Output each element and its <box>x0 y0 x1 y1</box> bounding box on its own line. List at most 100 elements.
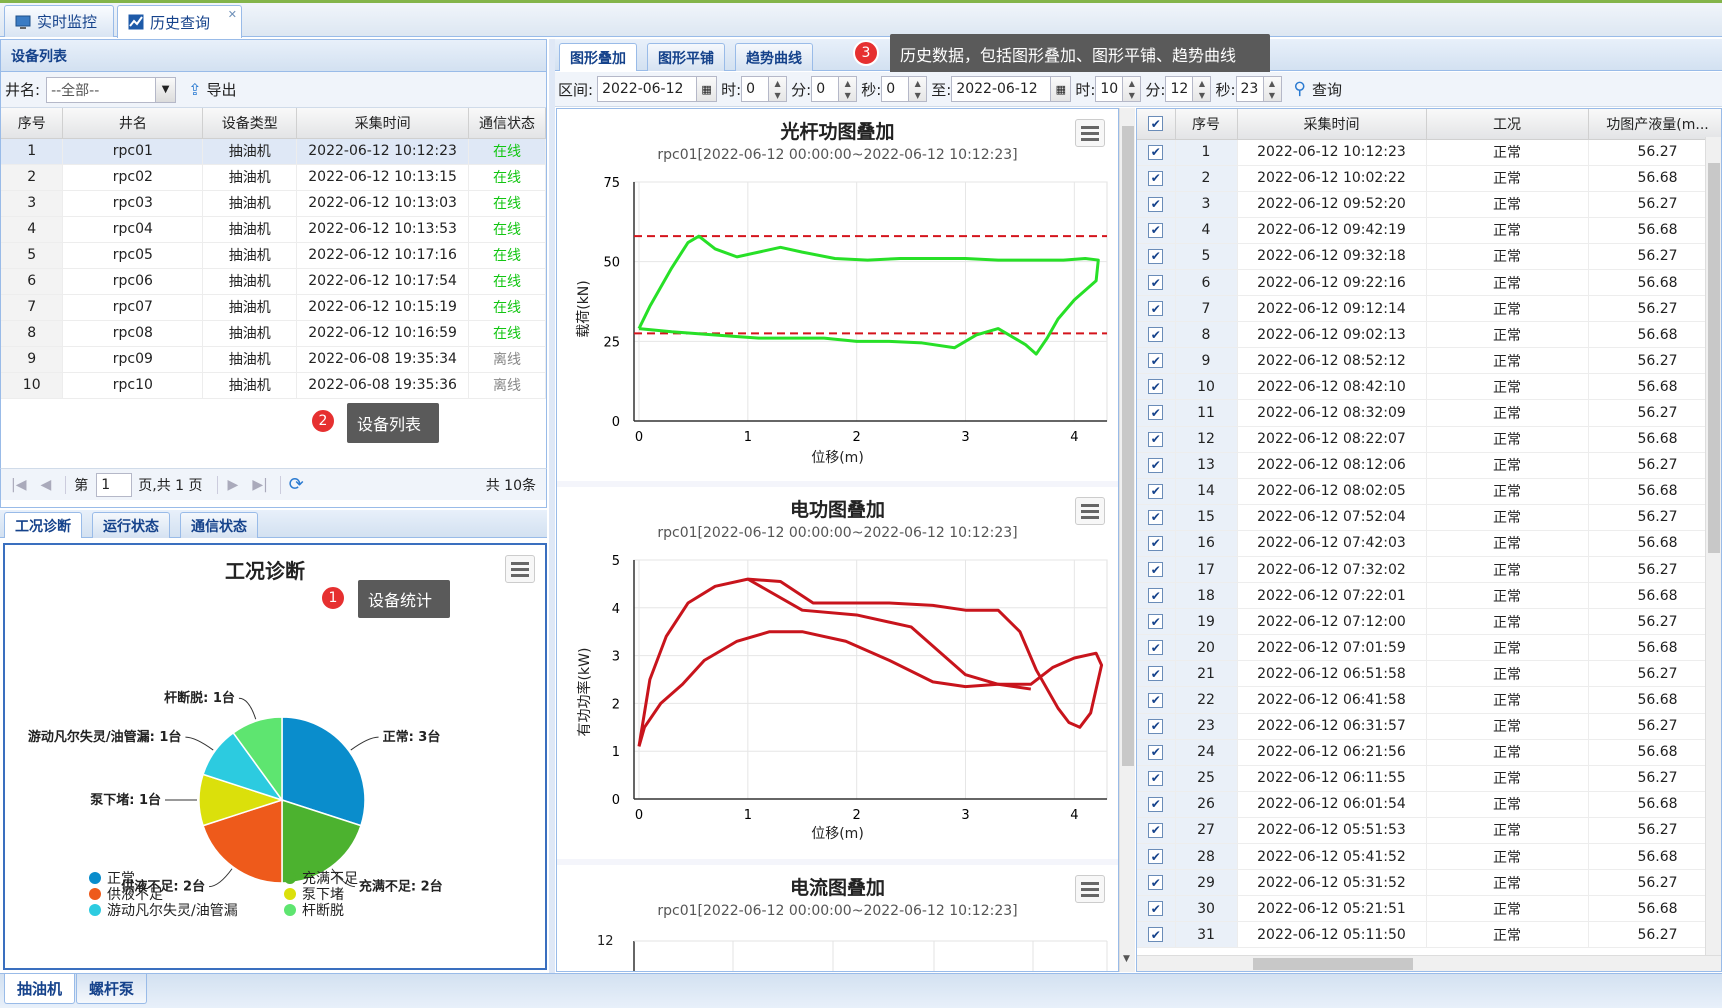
end-min-input[interactable]: 12 <box>1165 76 1194 102</box>
history-row[interactable]: ✔ 30 2022-06-12 05:21:51 正常 56.68 <box>1137 895 1721 923</box>
calendar-icon[interactable]: ▦ <box>1051 76 1072 102</box>
history-row[interactable]: ✔ 11 2022-06-12 08:32:09 正常 56.27 <box>1137 399 1721 427</box>
row-checkbox[interactable]: ✔ <box>1137 765 1176 792</box>
tab-history-query[interactable]: 历史查询 ✕ <box>117 5 242 38</box>
charts-scrollbar[interactable]: ▼ <box>1119 108 1135 972</box>
history-vscrollbar[interactable] <box>1705 137 1721 955</box>
table-row[interactable]: 10 rpc10 抽油机 2022-06-08 19:35:36 离线 <box>1 372 546 399</box>
start-hour-input[interactable]: 0 <box>741 76 770 102</box>
history-hscroll-thumb[interactable] <box>1253 958 1413 970</box>
start-min-input[interactable]: 0 <box>811 76 840 102</box>
history-row[interactable]: ✔ 8 2022-06-12 09:02:13 正常 56.68 <box>1137 321 1721 349</box>
row-checkbox[interactable]: ✔ <box>1137 582 1176 610</box>
refresh-icon[interactable]: ⟳ <box>289 474 304 495</box>
history-row[interactable]: ✔ 27 2022-06-12 05:51:53 正常 56.27 <box>1137 817 1721 845</box>
pie-menu-button[interactable] <box>505 555 535 583</box>
row-checkbox[interactable]: ✔ <box>1137 373 1176 401</box>
history-row[interactable]: ✔ 18 2022-06-12 07:22:01 正常 56.68 <box>1137 582 1721 610</box>
table-row[interactable]: 6 rpc06 抽油机 2022-06-12 10:17:54 在线 <box>1 268 546 295</box>
hist-col-liquid[interactable]: 功图产液量(m... <box>1588 109 1721 140</box>
row-checkbox[interactable]: ✔ <box>1137 478 1176 505</box>
history-row[interactable]: ✔ 16 2022-06-12 07:42:03 正常 56.68 <box>1137 530 1721 558</box>
scroll-down-icon[interactable]: ▼ <box>1123 954 1130 964</box>
history-row[interactable]: ✔ 23 2022-06-12 06:31:57 正常 56.27 <box>1137 713 1721 740</box>
end-min-spinner[interactable]: ▲ ▼ <box>1193 76 1212 102</box>
history-row[interactable]: ✔ 10 2022-06-12 08:42:10 正常 56.68 <box>1137 373 1721 401</box>
row-checkbox[interactable]: ✔ <box>1137 191 1176 218</box>
table-row[interactable]: 4 rpc04 抽油机 2022-06-12 10:13:53 在线 <box>1 216 546 243</box>
end-hour-spinner[interactable]: ▲ ▼ <box>1123 76 1142 102</box>
tab-graph-tile[interactable]: 图形平铺 <box>647 43 725 71</box>
query-button[interactable]: ⚲ 查询 <box>1294 79 1342 100</box>
page-number-input[interactable]: 1 <box>96 472 133 497</box>
history-row[interactable]: ✔ 21 2022-06-12 06:51:58 正常 56.27 <box>1137 660 1721 688</box>
start-sec-spinner[interactable]: ▲ ▼ <box>909 76 928 102</box>
history-row[interactable]: ✔ 9 2022-06-12 08:52:12 正常 56.27 <box>1137 347 1721 375</box>
close-icon[interactable]: ✕ <box>228 8 237 21</box>
history-row[interactable]: ✔ 22 2022-06-12 06:41:58 正常 56.68 <box>1137 686 1721 714</box>
row-checkbox[interactable]: ✔ <box>1137 269 1176 297</box>
tab-running-status[interactable]: 运行状态 <box>92 512 170 538</box>
history-row[interactable]: ✔ 5 2022-06-12 09:32:18 正常 56.27 <box>1137 243 1721 270</box>
start-hour-spinner[interactable]: ▲ ▼ <box>769 76 788 102</box>
row-checkbox[interactable]: ✔ <box>1137 739 1176 766</box>
row-checkbox[interactable]: ✔ <box>1137 713 1176 740</box>
charts-scroll-thumb[interactable] <box>1122 126 1134 766</box>
table-row[interactable]: 5 rpc05 抽油机 2022-06-12 10:17:16 在线 <box>1 242 546 269</box>
row-checkbox[interactable]: ✔ <box>1137 295 1176 323</box>
history-row[interactable]: ✔ 12 2022-06-12 08:22:07 正常 56.68 <box>1137 426 1721 453</box>
history-row[interactable]: ✔ 7 2022-06-12 09:12:14 正常 56.27 <box>1137 295 1721 323</box>
table-row[interactable]: 8 rpc08 抽油机 2022-06-12 10:16:59 在线 <box>1 320 546 347</box>
row-checkbox[interactable]: ✔ <box>1137 530 1176 558</box>
row-checkbox[interactable]: ✔ <box>1137 217 1176 244</box>
start-sec-input[interactable]: 0 <box>881 76 910 102</box>
history-row[interactable]: ✔ 24 2022-06-12 06:21:56 正常 56.68 <box>1137 739 1721 766</box>
hist-col-no[interactable]: 序号 <box>1175 109 1238 140</box>
export-button[interactable]: ⇪ 导出 <box>188 79 236 100</box>
hist-col-condition[interactable]: 工况 <box>1426 109 1589 140</box>
history-hscrollbar[interactable] <box>1137 955 1721 971</box>
row-checkbox[interactable]: ✔ <box>1137 921 1176 949</box>
history-row[interactable]: ✔ 14 2022-06-12 08:02:05 正常 56.68 <box>1137 478 1721 505</box>
end-sec-input[interactable]: 23 <box>1235 76 1264 102</box>
row-checkbox[interactable]: ✔ <box>1137 556 1176 584</box>
row-checkbox[interactable]: ✔ <box>1137 869 1176 897</box>
hist-col-time[interactable]: 采集时间 <box>1237 109 1427 140</box>
tab-condition-diagnosis[interactable]: 工况诊断 <box>4 512 82 538</box>
history-row[interactable]: ✔ 13 2022-06-12 08:12:06 正常 56.27 <box>1137 452 1721 479</box>
tab-screw-pump[interactable]: 螺杆泵 <box>76 974 148 1004</box>
row-checkbox[interactable]: ✔ <box>1137 895 1176 923</box>
tab-comm-status[interactable]: 通信状态 <box>180 512 258 538</box>
row-checkbox[interactable]: ✔ <box>1137 504 1176 531</box>
row-checkbox[interactable]: ✔ <box>1137 686 1176 714</box>
history-row[interactable]: ✔ 2 2022-06-12 10:02:22 正常 56.68 <box>1137 165 1721 192</box>
table-row[interactable]: 2 rpc02 抽油机 2022-06-12 10:13:15 在线 <box>1 164 546 191</box>
row-checkbox[interactable]: ✔ <box>1137 426 1176 453</box>
row-checkbox[interactable]: ✔ <box>1137 608 1176 636</box>
table-row[interactable]: 3 rpc03 抽油机 2022-06-12 10:13:03 在线 <box>1 190 546 217</box>
table-row[interactable]: 9 rpc09 抽油机 2022-06-08 19:35:34 离线 <box>1 346 546 373</box>
select-all-checkbox[interactable]: ✔ <box>1137 109 1176 140</box>
row-checkbox[interactable]: ✔ <box>1137 452 1176 479</box>
history-vscroll-thumb[interactable] <box>1708 163 1720 553</box>
history-row[interactable]: ✔ 6 2022-06-12 09:22:16 正常 56.68 <box>1137 269 1721 297</box>
history-row[interactable]: ✔ 19 2022-06-12 07:12:00 正常 56.27 <box>1137 608 1721 636</box>
history-row[interactable]: ✔ 29 2022-06-12 05:31:52 正常 56.27 <box>1137 869 1721 897</box>
tab-graph-overlay[interactable]: 图形叠加 <box>559 43 637 71</box>
tab-pumping-unit[interactable]: 抽油机 <box>4 974 76 1004</box>
end-sec-spinner[interactable]: ▲ ▼ <box>1263 76 1282 102</box>
history-row[interactable]: ✔ 25 2022-06-12 06:11:55 正常 56.27 <box>1137 765 1721 792</box>
start-min-spinner[interactable]: ▲ ▼ <box>839 76 858 102</box>
first-page-icon[interactable]: |◀ <box>11 477 26 493</box>
row-checkbox[interactable]: ✔ <box>1137 660 1176 688</box>
row-checkbox[interactable]: ✔ <box>1137 634 1176 662</box>
end-date-input[interactable]: 2022-06-12 <box>951 76 1052 102</box>
table-row[interactable]: 7 rpc07 抽油机 2022-06-12 10:15:19 在线 <box>1 294 546 321</box>
row-checkbox[interactable]: ✔ <box>1137 399 1176 427</box>
history-row[interactable]: ✔ 17 2022-06-12 07:32:02 正常 56.27 <box>1137 556 1721 584</box>
history-row[interactable]: ✔ 4 2022-06-12 09:42:19 正常 56.68 <box>1137 217 1721 244</box>
history-row[interactable]: ✔ 15 2022-06-12 07:52:04 正常 56.27 <box>1137 504 1721 531</box>
vertical-splitter[interactable] <box>549 39 555 973</box>
last-page-icon[interactable]: ▶| <box>252 477 267 493</box>
history-row[interactable]: ✔ 31 2022-06-12 05:11:50 正常 56.27 <box>1137 921 1721 949</box>
